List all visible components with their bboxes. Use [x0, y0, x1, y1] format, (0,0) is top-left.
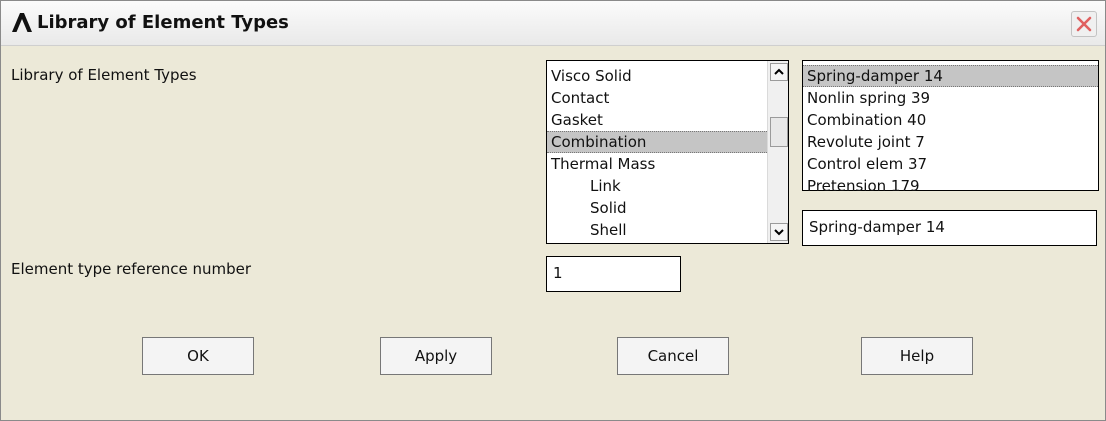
- selected-type-field[interactable]: Spring-damper 14: [802, 210, 1097, 246]
- ref-number-input[interactable]: 1: [546, 256, 681, 292]
- library-label: Library of Element Types: [11, 66, 197, 84]
- category-item-shell[interactable]: Shell: [547, 219, 767, 241]
- type-item-nonlin-spring-39[interactable]: Nonlin spring 39: [803, 87, 1098, 109]
- category-scrollbar[interactable]: [767, 61, 788, 243]
- scroll-down-button[interactable]: [770, 223, 788, 241]
- type-list-items: Spring-damper 14 Nonlin spring 39 Combin…: [803, 65, 1098, 197]
- category-item-combination[interactable]: Combination: [547, 131, 767, 153]
- close-icon: [1072, 16, 1096, 40]
- chevron-up-icon: [771, 65, 787, 84]
- type-item-combination-40[interactable]: Combination 40: [803, 109, 1098, 131]
- type-item-revolute-joint-7[interactable]: Revolute joint 7: [803, 131, 1098, 153]
- category-item-visco-solid[interactable]: Visco Solid: [547, 65, 767, 87]
- ref-number-label: Element type reference number: [11, 260, 252, 278]
- element-type-listbox[interactable]: Spring-damper 14 Nonlin spring 39 Combin…: [802, 60, 1099, 195]
- ansys-logo-icon: [11, 11, 33, 33]
- dialog-title: Library of Element Types: [37, 12, 289, 33]
- chevron-down-icon: [771, 225, 787, 244]
- category-list-items: Visco Solid Contact Gasket Combination T…: [547, 65, 767, 241]
- category-item-thermal-mass[interactable]: Thermal Mass: [547, 153, 767, 175]
- category-item-link[interactable]: Link: [547, 175, 767, 197]
- type-item-pretension-179[interactable]: Pretension 179: [803, 175, 1098, 197]
- dialog-body: Library of Element Types Visco Solid Con…: [1, 46, 1105, 420]
- type-item-control-elem-37[interactable]: Control elem 37: [803, 153, 1098, 175]
- cancel-button[interactable]: Cancel: [617, 337, 729, 375]
- dialog-window: Library of Element Types Library of Elem…: [0, 0, 1106, 421]
- type-item-spring-damper-14[interactable]: Spring-damper 14: [803, 65, 1098, 87]
- ok-button[interactable]: OK: [142, 337, 254, 375]
- title-bar[interactable]: Library of Element Types: [1, 1, 1105, 46]
- apply-button[interactable]: Apply: [380, 337, 492, 375]
- close-button[interactable]: [1071, 11, 1097, 37]
- category-item-gasket[interactable]: Gasket: [547, 109, 767, 131]
- category-item-contact[interactable]: Contact: [547, 87, 767, 109]
- category-listbox[interactable]: Visco Solid Contact Gasket Combination T…: [546, 60, 789, 244]
- category-item-solid[interactable]: Solid: [547, 197, 767, 219]
- help-button[interactable]: Help: [861, 337, 973, 375]
- scroll-up-button[interactable]: [770, 63, 788, 81]
- scroll-thumb[interactable]: [770, 117, 788, 147]
